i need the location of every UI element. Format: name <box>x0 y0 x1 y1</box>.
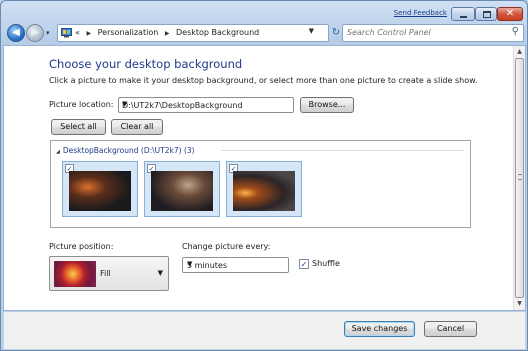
chevron-down-icon: ▼ <box>187 260 193 268</box>
page-title: Choose your desktop background <box>49 57 243 71</box>
close-button[interactable]: ✕ <box>497 7 523 21</box>
navigation-bar: ◀ ▶ ▾ « ▶ Personalization ▶ Desktop Back… <box>1 23 527 43</box>
maximize-button[interactable] <box>475 7 497 21</box>
breadcrumb-overflow[interactable]: « <box>75 28 80 37</box>
clear-all-button[interactable]: Clear all <box>111 119 163 135</box>
wallpaper-thumbnail <box>233 171 295 211</box>
change-every-label: Change picture every: <box>182 242 271 251</box>
shuffle-label[interactable]: Shuffle <box>312 259 340 268</box>
maximize-icon <box>483 11 491 18</box>
select-all-button[interactable]: Select all <box>51 119 106 135</box>
close-icon: ✕ <box>505 8 515 19</box>
picture-location-label: Picture location: <box>49 100 114 109</box>
picture-position-label: Picture position: <box>49 242 114 251</box>
forward-arrow-icon: ▶ <box>31 27 39 38</box>
group-header[interactable]: ◢ DesktopBackground (D:\UT2k7) (3) <box>56 146 195 155</box>
wallpaper-tile[interactable]: ✓ <box>226 161 302 217</box>
picture-position-value: Fill <box>100 269 111 278</box>
search-icon[interactable]: ⚲ <box>512 26 519 37</box>
change-every-select[interactable]: 5 minutes ▼ <box>182 257 289 273</box>
picture-position-select[interactable]: Fill ▼ <box>49 256 169 291</box>
minimize-button[interactable] <box>451 7 475 21</box>
breadcrumb-desktop-background[interactable]: Desktop Background <box>176 28 259 37</box>
search-input[interactable] <box>347 28 497 37</box>
page-subtitle: Click a picture to make it your desktop … <box>49 76 478 85</box>
scrollbar-thumb[interactable] <box>515 58 524 298</box>
control-panel-icon <box>61 28 72 38</box>
back-button[interactable]: ◀ <box>7 24 25 42</box>
minimize-icon <box>460 16 467 18</box>
position-preview-thumbnail <box>54 261 96 287</box>
control-panel-window: Send Feedback ✕ ◀ ▶ ▾ « ▶ Personalizatio… <box>0 0 528 351</box>
forward-button[interactable]: ▶ <box>26 24 44 42</box>
content-pane: Choose your desktop background Click a p… <box>3 45 526 311</box>
wallpaper-tile[interactable]: ✓ <box>62 161 138 217</box>
back-arrow-icon: ◀ <box>12 27 20 38</box>
breadcrumb-separator-icon[interactable]: ▶ <box>165 30 170 37</box>
vertical-scrollbar[interactable]: ▲ ▼ <box>513 46 525 310</box>
save-changes-button[interactable]: Save changes <box>344 321 415 337</box>
address-dropdown-icon[interactable]: ▼ <box>309 27 314 35</box>
group-title: DesktopBackground (D:\UT2k7) (3) <box>62 146 195 155</box>
wallpaper-thumbnail <box>69 171 131 211</box>
browse-button[interactable]: Browse... <box>300 97 354 113</box>
picture-gallery: ◢ DesktopBackground (D:\UT2k7) (3) ✓ ✓ ✓ <box>50 140 471 228</box>
breadcrumb-separator-icon[interactable]: ▶ <box>86 30 91 37</box>
search-box[interactable]: ⚲ <box>342 24 524 42</box>
grip-icon <box>518 174 522 180</box>
collapse-triangle-icon[interactable]: ◢ <box>56 149 60 155</box>
breadcrumb-personalization[interactable]: Personalization <box>98 28 159 37</box>
recent-pages-chevron-down-icon[interactable]: ▾ <box>46 29 50 37</box>
scroll-up-icon[interactable]: ▲ <box>514 46 525 58</box>
scroll-down-icon[interactable]: ▼ <box>514 298 525 310</box>
send-feedback-link[interactable]: Send Feedback <box>394 9 447 17</box>
chevron-down-icon: ▼ <box>122 100 128 108</box>
wallpaper-thumbnail <box>151 171 213 211</box>
footer-bar: Save changes Cancel <box>3 312 526 350</box>
address-bar[interactable]: « ▶ Personalization ▶ Desktop Background… <box>57 24 340 42</box>
picture-location-select[interactable]: D:\UT2k7\DesktopBackground ▼ <box>118 97 294 113</box>
shuffle-checkbox[interactable]: ✓ <box>299 259 309 269</box>
group-divider <box>221 150 464 151</box>
breadcrumb: « ▶ Personalization ▶ Desktop Background <box>75 28 259 37</box>
cancel-button[interactable]: Cancel <box>424 321 477 337</box>
wallpaper-tile[interactable]: ✓ <box>144 161 220 217</box>
chevron-down-icon: ▼ <box>157 269 163 277</box>
title-bar: Send Feedback ✕ <box>1 1 527 23</box>
